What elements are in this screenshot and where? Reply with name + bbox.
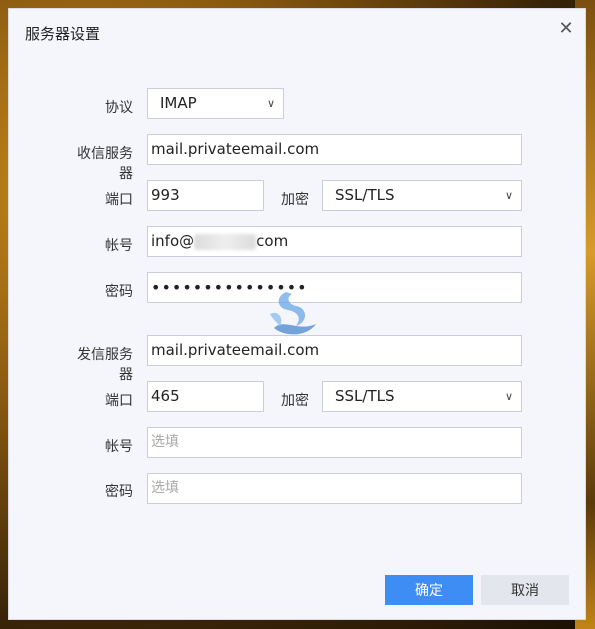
incoming-account-input[interactable]: info@ com [147, 226, 522, 257]
outgoing-encrypt-label: 加密 [281, 393, 309, 409]
outgoing-server-label: 发信服务器 [77, 347, 133, 383]
chevron-down-icon: ∨ [504, 390, 513, 403]
redacted-blur [194, 233, 257, 250]
protocol-select[interactable]: IMAP ∨ [147, 88, 284, 119]
account-suffix: com [256, 232, 289, 250]
incoming-port-input[interactable]: 993 [147, 180, 264, 211]
chevron-down-icon: ∨ [266, 97, 275, 110]
incoming-port-label: 端口 [105, 192, 133, 208]
outgoing-password-input[interactable]: 选填 [147, 473, 522, 504]
outgoing-encrypt-select[interactable]: SSL/TLS ∨ [322, 381, 522, 412]
outgoing-server-input[interactable]: mail.privateemail.com [147, 335, 522, 366]
outgoing-account-label: 帐号 [105, 439, 133, 455]
protocol-label: 协议 [105, 100, 133, 116]
outgoing-password-label: 密码 [105, 484, 133, 500]
outgoing-account-input[interactable]: 选填 [147, 427, 522, 458]
outgoing-port-input[interactable]: 465 [147, 381, 264, 412]
account-prefix: info@ [151, 232, 195, 250]
incoming-encrypt-value: SSL/TLS [335, 186, 395, 204]
incoming-encrypt-label: 加密 [281, 192, 309, 208]
incoming-server-input[interactable]: mail.privateemail.com [147, 134, 522, 165]
incoming-password-input[interactable]: ••••••••••••••• [147, 272, 522, 303]
incoming-account-label: 帐号 [105, 238, 133, 254]
outgoing-port-label: 端口 [105, 393, 133, 409]
incoming-server-label: 收信服务器 [77, 146, 133, 182]
watermark-logo-icon [270, 292, 316, 335]
close-icon[interactable]: ✕ [555, 18, 577, 40]
incoming-encrypt-select[interactable]: SSL/TLS ∨ [322, 180, 522, 211]
protocol-value: IMAP [160, 94, 197, 112]
outgoing-encrypt-value: SSL/TLS [335, 387, 395, 405]
ok-button[interactable]: 确定 [385, 575, 473, 605]
chevron-down-icon: ∨ [504, 189, 513, 202]
cancel-button[interactable]: 取消 [481, 575, 569, 605]
dialog-title: 服务器设置 [25, 25, 101, 43]
incoming-password-label: 密码 [105, 284, 133, 300]
